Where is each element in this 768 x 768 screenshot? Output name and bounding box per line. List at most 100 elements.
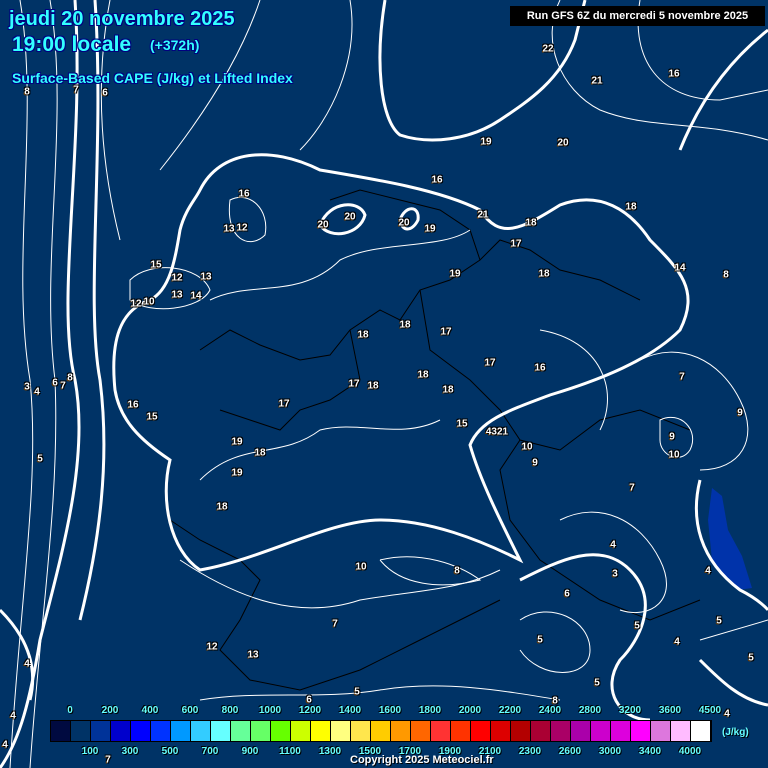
thin-contours [9, 0, 768, 768]
legend-label: 1300 [318, 746, 342, 757]
legend-swatch [391, 721, 411, 741]
lifted-index-value: 4 [34, 386, 40, 398]
forecast-date: jeudi 20 novembre 2025 [9, 8, 235, 30]
lifted-index-value: 6 [52, 377, 58, 389]
lifted-index-value: 10 [143, 296, 155, 308]
legend-label: 800 [221, 705, 239, 716]
lifted-index-value: 15 [456, 418, 468, 430]
lifted-index-value: 4 [705, 565, 711, 577]
legend-label: 2200 [498, 705, 522, 716]
lifted-index-value: 20 [317, 219, 329, 231]
lifted-index-value: 10 [355, 561, 367, 573]
lifted-index-value: 8 [67, 372, 73, 384]
lifted-index-value: 15 [146, 411, 158, 423]
legend-swatch [631, 721, 651, 741]
lifted-index-value: 8 [24, 86, 30, 98]
lifted-index-value: 6 [564, 588, 570, 600]
lifted-index-value: 4 [674, 636, 680, 648]
legend-swatch [171, 721, 191, 741]
lifted-index-value: 3 [612, 568, 618, 580]
legend-swatch [51, 721, 71, 741]
legend-label: 4500 [698, 705, 722, 716]
legend-swatch [191, 721, 211, 741]
legend-label: 3200 [618, 705, 642, 716]
legend-label: 700 [201, 746, 219, 757]
cape-color-legend [50, 720, 712, 742]
lifted-index-value: 6 [102, 87, 108, 99]
lifted-index-value: 5 [537, 634, 543, 646]
lifted-index-value: 4 [10, 710, 16, 722]
lifted-index-value: 18 [254, 447, 266, 459]
forecast-time: 19:00 locale [12, 33, 132, 56]
lifted-index-value: 19 [231, 436, 243, 448]
lifted-index-value: 7 [332, 618, 338, 630]
legend-label: 2300 [518, 746, 542, 757]
lifted-index-value: 13 [200, 271, 212, 283]
lifted-index-value: 18 [367, 380, 379, 392]
thick-contours [0, 0, 768, 768]
legend-swatch [371, 721, 391, 741]
lifted-index-value: 20 [344, 211, 356, 223]
lifted-index-value: 9 [737, 407, 743, 419]
lifted-index-value: 19 [424, 223, 436, 235]
lifted-index-value: 16 [127, 399, 139, 411]
lifted-index-value: 13 [247, 649, 259, 661]
legend-unit: (J/kg) [722, 727, 749, 738]
legend-swatch [671, 721, 691, 741]
legend-swatch [271, 721, 291, 741]
legend-swatch [91, 721, 111, 741]
lifted-index-value: 5 [748, 652, 754, 664]
lifted-index-value: 4 [610, 539, 616, 551]
legend-swatch [571, 721, 591, 741]
legend-swatch [451, 721, 471, 741]
legend-swatch [231, 721, 251, 741]
lifted-index-value: 13 [171, 289, 183, 301]
legend-swatch [491, 721, 511, 741]
lifted-index-value: 18 [538, 268, 550, 280]
legend-swatch [611, 721, 631, 741]
lifted-index-value: 18 [216, 501, 228, 513]
lifted-index-value: 14 [674, 262, 686, 274]
legend-label: 0 [67, 705, 73, 716]
lifted-index-value: 16 [431, 174, 443, 186]
lifted-index-value: 12 [130, 298, 142, 310]
legend-swatch [591, 721, 611, 741]
lifted-index-value: 7 [105, 754, 111, 766]
contour-layer [0, 0, 768, 768]
legend-label: 500 [161, 746, 179, 757]
lifted-index-value: 7 [73, 84, 79, 96]
lifted-index-value: 7 [679, 371, 685, 383]
lifted-index-value: 5 [634, 620, 640, 632]
lifted-index-value: 18 [525, 217, 537, 229]
legend-swatch [551, 721, 571, 741]
legend-label: 2800 [578, 705, 602, 716]
legend-label: 2000 [458, 705, 482, 716]
legend-swatch [331, 721, 351, 741]
legend-swatch [71, 721, 91, 741]
copyright: Copyright 2025 Meteociel.fr [350, 754, 494, 766]
legend-label: 200 [101, 705, 119, 716]
lifted-index-value: 17 [348, 378, 360, 390]
legend-swatch [291, 721, 311, 741]
legend-swatch [151, 721, 171, 741]
lifted-index-value: 6 [306, 694, 312, 706]
lifted-index-value: 9 [532, 457, 538, 469]
lifted-index-value: 12 [236, 222, 248, 234]
legend-label: 1600 [378, 705, 402, 716]
legend-label: 1800 [418, 705, 442, 716]
legend-label: 1000 [258, 705, 282, 716]
lifted-index-value: 5 [594, 677, 600, 689]
legend-swatch [351, 721, 371, 741]
legend-swatch [211, 721, 231, 741]
forecast-lead-time: (+372h) [150, 37, 200, 53]
lifted-index-value: 20 [557, 137, 569, 149]
lifted-index-value: 19 [449, 268, 461, 280]
lifted-index-value: 18 [357, 329, 369, 341]
legend-swatch [691, 721, 711, 741]
lifted-index-value: 10 [521, 441, 533, 453]
weather-map: jeudi 20 novembre 2025 19:00 locale (+37… [0, 0, 768, 768]
lifted-index-value: 17 [510, 238, 522, 250]
lifted-index-value: 8 [723, 269, 729, 281]
lifted-index-value: 18 [442, 384, 454, 396]
legend-label: 300 [121, 746, 139, 757]
